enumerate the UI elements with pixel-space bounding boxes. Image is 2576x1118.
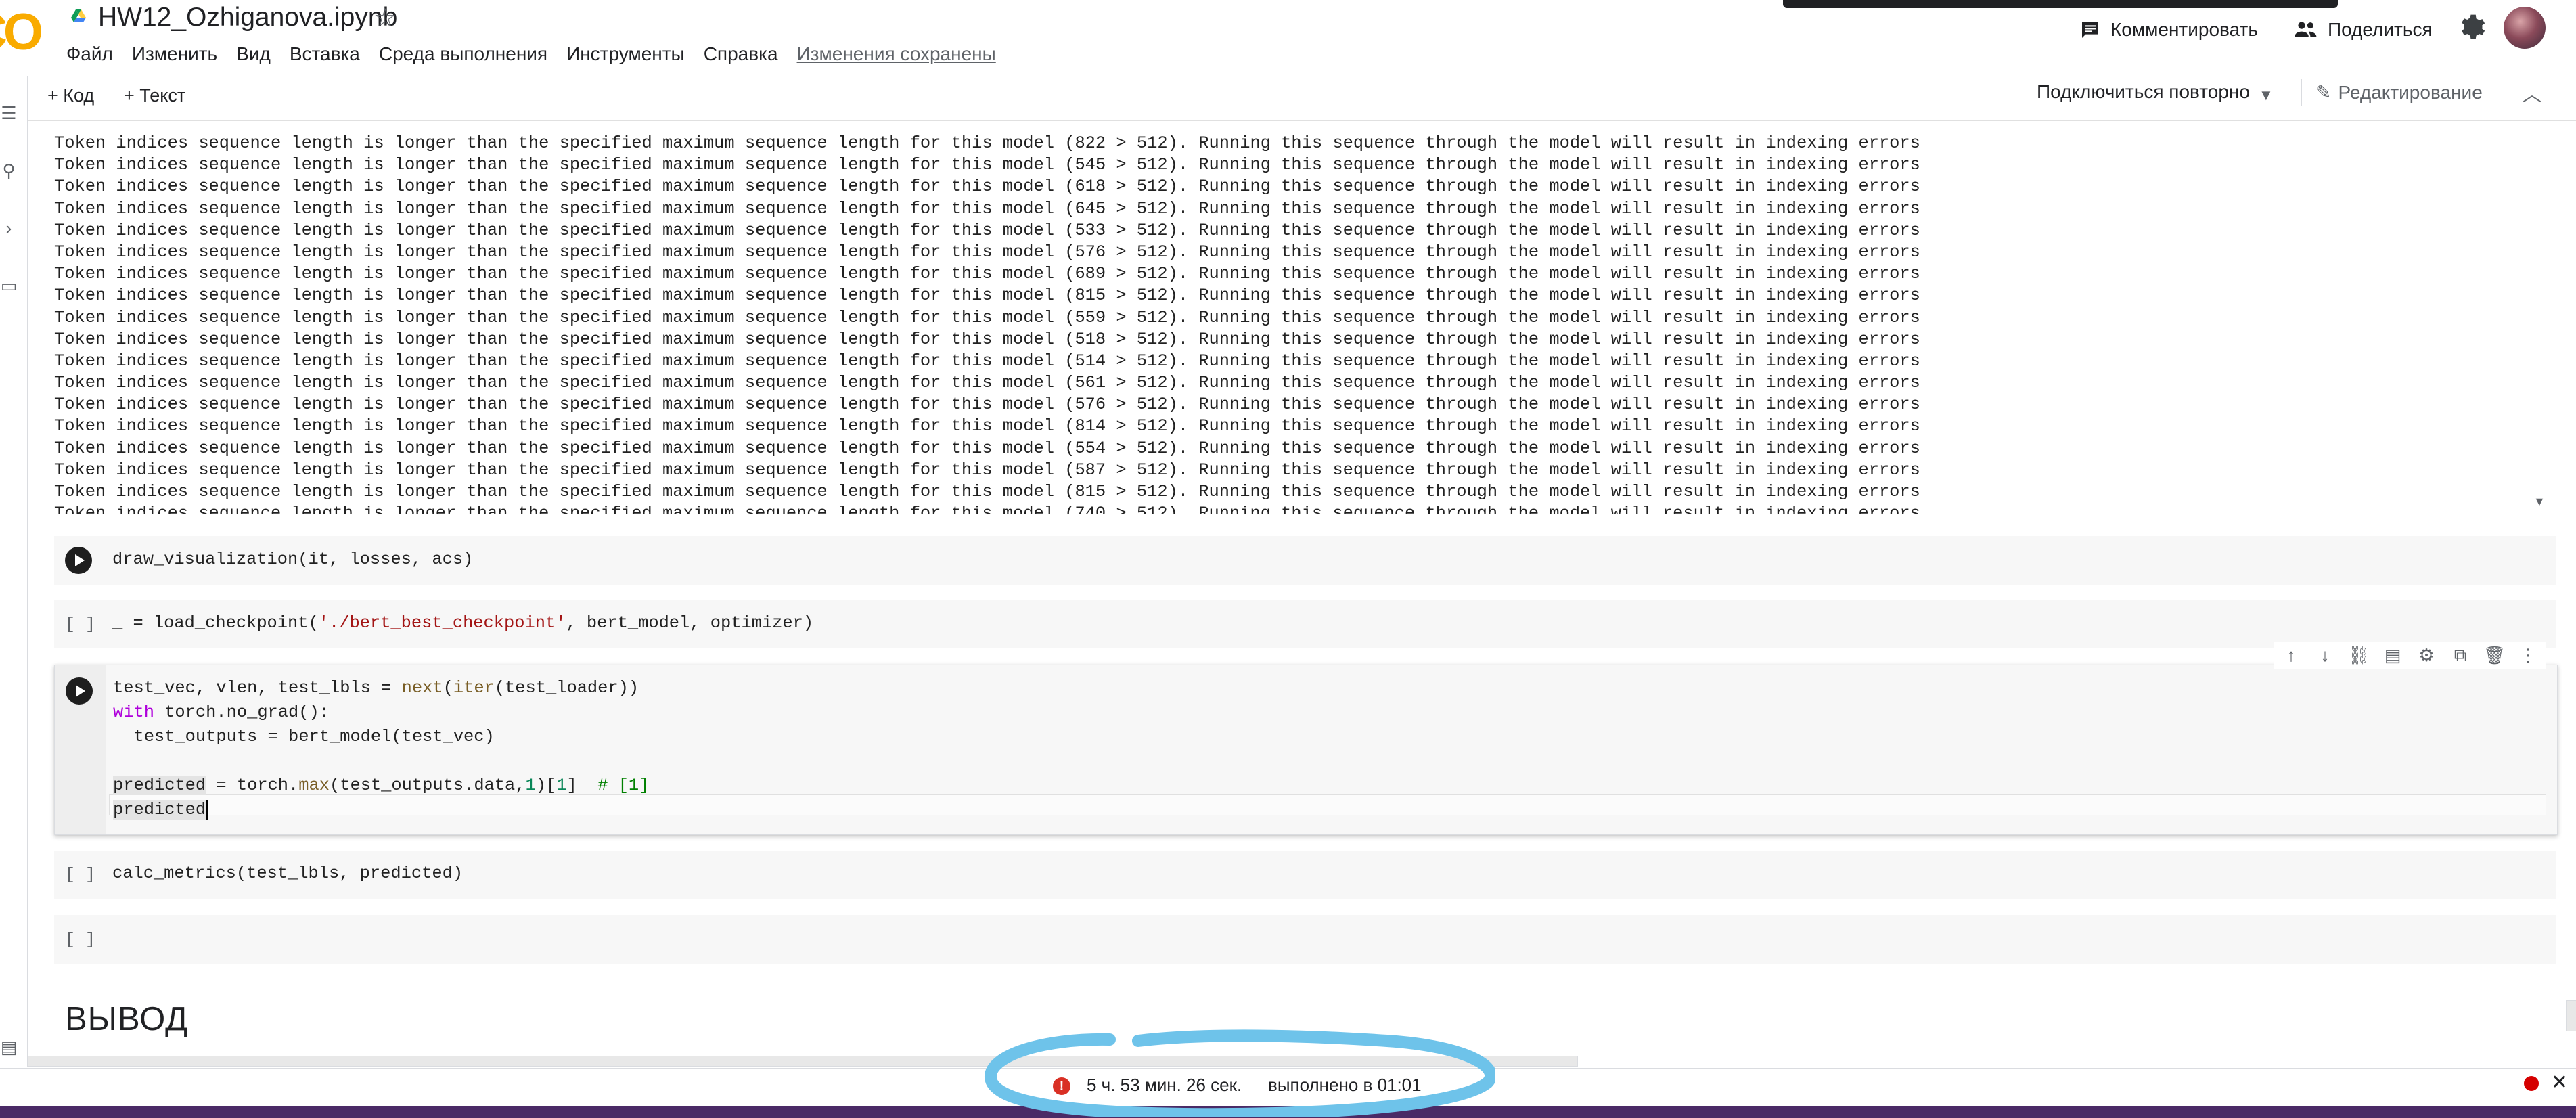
cell-code[interactable]: calc_metrics(test_lbls, predicted) <box>112 864 463 883</box>
mirror-icon[interactable]: ⧉ <box>2449 644 2471 666</box>
drive-icon <box>71 9 86 22</box>
code-cell[interactable]: [ ] calc_metrics(test_lbls, predicted) <box>54 851 2556 899</box>
cell-code[interactable]: draw_visualization(it, losses, acs) <box>112 550 473 569</box>
colab-logo[interactable]: CO <box>0 4 54 58</box>
menu-tools[interactable]: Инструменты <box>566 43 685 65</box>
code-cell-empty[interactable]: [ ] <box>54 915 2556 964</box>
output-line: Token indices sequence length is longer … <box>54 307 1920 328</box>
saved-status-link[interactable]: Изменения сохранены <box>797 43 996 65</box>
cell-exec-count[interactable]: [ ] <box>65 930 95 949</box>
share-button[interactable]: Поделиться <box>2294 15 2433 45</box>
star-icon[interactable]: ☆ <box>374 3 397 33</box>
run-cell-button[interactable] <box>65 547 92 574</box>
output-line: Token indices sequence length is longer … <box>54 177 1920 197</box>
add-code-button[interactable]: + Код <box>47 85 94 106</box>
code-token: , bert_model, optimizer) <box>566 613 814 633</box>
avatar[interactable] <box>2504 7 2546 49</box>
add-text-button[interactable]: + Текст <box>124 85 185 106</box>
comment-icon <box>2082 22 2098 38</box>
code-line: with torch.no_grad(): <box>113 702 330 722</box>
notebook-title[interactable]: HW12_Ozhiganova.ipynb <box>98 3 397 32</box>
menu-file[interactable]: Файл <box>66 43 113 65</box>
scroll-down-icon[interactable]: ▼ <box>2533 495 2546 509</box>
menu-edit[interactable]: Изменить <box>132 43 217 65</box>
code-cell[interactable]: [ ] _ = load_checkpoint('./bert_best_che… <box>54 600 2556 648</box>
chevron-up-icon[interactable]: ︿ <box>2523 80 2541 107</box>
output-line: Token indices sequence length is longer … <box>54 155 1920 175</box>
code-line: test_vec, vlen, test_lbls = next(iter(te… <box>113 678 639 698</box>
share-label: Поделиться <box>2328 19 2433 40</box>
edit-mode-button[interactable]: ✎ Редактирование <box>2315 81 2483 104</box>
output-line: Token indices sequence length is longer … <box>54 504 1920 514</box>
people-icon <box>2295 22 2317 37</box>
comment-label: Комментировать <box>2110 19 2258 40</box>
vertical-scrollbar-thumb[interactable] <box>2566 1000 2576 1031</box>
output-line: Token indices sequence length is longer … <box>54 482 1920 501</box>
code-line: test_outputs = bert_model(test_vec) <box>113 727 495 746</box>
output-line: Token indices sequence length is longer … <box>54 198 1920 219</box>
code-line: predicted = torch.max(test_outputs.data,… <box>113 776 650 795</box>
reconnect-button[interactable]: Подключиться повторно <box>2037 81 2250 103</box>
output-line: Token indices sequence length is longer … <box>54 416 1920 437</box>
output-scrollbar[interactable]: ▼ <box>2532 122 2550 514</box>
link-icon[interactable]: ⛓ <box>2348 644 2370 666</box>
settings-icon[interactable]: ⚙ <box>2416 644 2437 666</box>
arrow-up-icon[interactable]: ↑ <box>2280 644 2302 666</box>
cell-toolbar: ↑ ↓ ⛓ ▤ ⚙ ⧉ 🗑 ⋮ <box>2274 642 2546 669</box>
output-line: Token indices sequence length is longer … <box>54 286 1920 306</box>
code-snippets-icon[interactable]: › <box>0 218 18 239</box>
top-notification-bar <box>1783 0 2338 8</box>
output-line: Token indices sequence length is longer … <box>54 329 1920 349</box>
menu-bar: Файл Изменить Вид Вставка Среда выполнен… <box>66 43 996 65</box>
cell-code-editor[interactable]: test_vec, vlen, test_lbls = next(iter(te… <box>113 676 649 822</box>
gear-icon[interactable] <box>2456 12 2486 42</box>
menu-runtime[interactable]: Среда выполнения <box>379 43 547 65</box>
comment-icon[interactable]: ▤ <box>2382 644 2403 666</box>
pencil-icon: ✎ <box>2315 82 2332 103</box>
edit-mode-label: Редактирование <box>2338 81 2483 103</box>
output-line: Token indices sequence length is longer … <box>54 220 1920 240</box>
toolbar-divider <box>2301 79 2302 106</box>
files-icon[interactable]: ▭ <box>0 275 18 296</box>
toc-icon[interactable]: ☰ <box>0 103 18 124</box>
code-string: './bert_best_checkpoint' <box>318 613 566 633</box>
cell-exec-count[interactable]: [ ] <box>65 865 95 885</box>
menu-view[interactable]: Вид <box>236 43 271 65</box>
cell-exec-count[interactable]: [ ] <box>65 614 95 634</box>
close-icon[interactable]: ✕ <box>2551 1071 2568 1094</box>
code-token: _ = load_checkpoint( <box>112 613 319 633</box>
output-line: Token indices sequence length is longer … <box>54 351 1920 371</box>
highlight-annotation <box>985 1029 1495 1117</box>
trash-icon[interactable]: 🗑 <box>2483 644 2506 666</box>
code-line: ​ <box>113 749 649 774</box>
left-sidebar: ☰ ⚲ › ▭ ▤ <box>0 76 28 1063</box>
run-cell-button[interactable] <box>66 677 93 705</box>
arrow-down-icon[interactable]: ↓ <box>2314 644 2336 666</box>
section-heading[interactable]: ВЫВОД <box>65 1000 188 1038</box>
comment-button[interactable]: Комментировать <box>2079 15 2258 45</box>
cell-output: Token indices sequence length is longer … <box>54 122 2524 514</box>
output-line: Token indices sequence length is longer … <box>54 133 1920 153</box>
output-line: Token indices sequence length is longer … <box>54 242 1920 262</box>
active-code-cell[interactable]: test_vec, vlen, test_lbls = next(iter(te… <box>54 665 2558 835</box>
caret-down-icon[interactable]: ▼ <box>2259 87 2274 104</box>
menu-help[interactable]: Справка <box>704 43 778 65</box>
text-cursor <box>206 800 208 820</box>
output-line: Token indices sequence length is longer … <box>54 264 1920 284</box>
search-icon[interactable]: ⚲ <box>0 160 18 181</box>
code-cell[interactable]: draw_visualization(it, losses, acs) <box>54 536 2556 585</box>
output-line: Token indices sequence length is longer … <box>54 460 1920 480</box>
more-icon[interactable]: ⋮ <box>2517 644 2539 666</box>
output-line: Token indices sequence length is longer … <box>54 438 1920 458</box>
code-line: predicted <box>113 798 649 822</box>
cell-code[interactable]: _ = load_checkpoint('./bert_best_checkpo… <box>112 613 813 633</box>
terminal-icon[interactable]: ▤ <box>0 1037 18 1058</box>
output-line: Token indices sequence length is longer … <box>54 395 1920 415</box>
output-line: Token indices sequence length is longer … <box>54 373 1920 393</box>
menu-insert[interactable]: Вставка <box>290 43 360 65</box>
recording-indicator <box>2524 1076 2539 1091</box>
